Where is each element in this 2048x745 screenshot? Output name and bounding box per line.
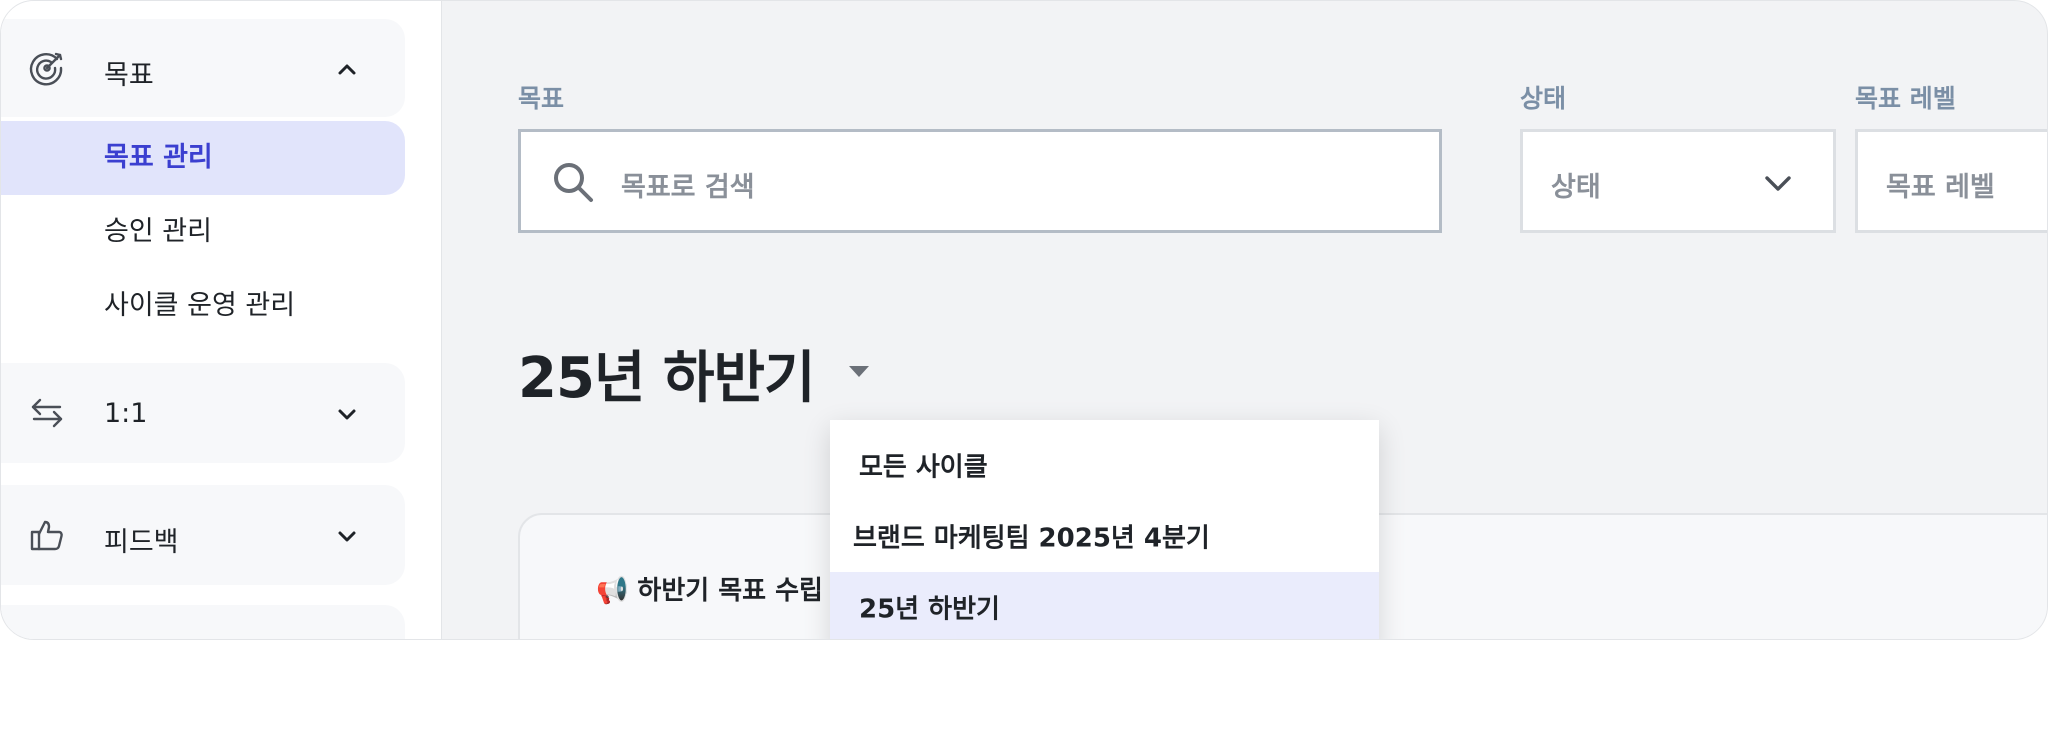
sidebar-item-cycle-operation[interactable]: 사이클 운영 관리 bbox=[1, 269, 405, 343]
sidebar: 목표 목표 관리 승인 관리 사이클 운영 관리 1:1 피드백 bbox=[1, 1, 442, 639]
target-icon bbox=[29, 52, 63, 86]
cycle-option-label: 브랜드 마케팅팀 2025년 4분기 bbox=[853, 523, 1210, 554]
card-title: 📢 하반기 목표 수립 가 bbox=[596, 576, 856, 606]
sidebar-item-label: 승인 관리 bbox=[104, 216, 212, 247]
nav-group-next[interactable] bbox=[1, 605, 405, 639]
cycle-option-label: 모든 사이클 bbox=[859, 452, 988, 483]
cycle-option-label: 25년 하반기 bbox=[859, 594, 1000, 625]
chevron-down-icon bbox=[1765, 176, 1791, 191]
thumbs-up-icon bbox=[30, 520, 63, 551]
goal-filter-label: 목표 bbox=[518, 84, 565, 113]
nav-group-feedback[interactable]: 피드백 bbox=[1, 485, 405, 585]
nav-group-feedback-label: 피드백 bbox=[104, 527, 179, 558]
nav-group-goal-label: 목표 bbox=[104, 60, 154, 91]
cycle-option-all[interactable]: 모든 사이클 bbox=[830, 430, 1379, 500]
sidebar-item-label: 사이클 운영 관리 bbox=[104, 290, 296, 321]
chevron-down-icon[interactable] bbox=[333, 400, 361, 428]
nav-group-goal-header[interactable]: 목표 bbox=[1, 19, 405, 117]
cycle-dropdown: 모든 사이클 브랜드 마케팅팀 2025년 4분기 25년 하반기 bbox=[830, 420, 1379, 639]
sidebar-item-approval-management[interactable]: 승인 관리 bbox=[1, 195, 405, 269]
sidebar-item-goal-management[interactable]: 목표 관리 bbox=[1, 121, 405, 195]
level-select-value: 목표 레벨 bbox=[1886, 172, 1995, 203]
cycle-title[interactable]: 25년 하반기 bbox=[518, 333, 816, 414]
cycle-option-brand-marketing[interactable]: 브랜드 마케팅팀 2025년 4분기 bbox=[830, 500, 1379, 572]
app-window: 목표 목표 관리 승인 관리 사이클 운영 관리 1:1 피드백 목표 목표로 … bbox=[0, 0, 2048, 640]
cycle-option-25h2[interactable]: 25년 하반기 bbox=[830, 572, 1379, 639]
status-filter-label: 상태 bbox=[1520, 84, 1567, 113]
level-filter-label: 목표 레벨 bbox=[1855, 84, 1956, 113]
search-icon bbox=[554, 163, 593, 202]
level-select[interactable]: 목표 레벨 bbox=[1855, 129, 2047, 233]
caret-down-icon[interactable] bbox=[845, 361, 873, 381]
search-placeholder: 목표로 검색 bbox=[621, 172, 755, 203]
nav-group-one-on-one-label: 1:1 bbox=[104, 398, 148, 429]
sidebar-item-label: 목표 관리 bbox=[104, 142, 213, 173]
chevron-up-icon[interactable] bbox=[333, 55, 361, 83]
goal-search-input[interactable]: 목표로 검색 bbox=[518, 129, 1442, 233]
nav-group-goal[interactable]: 목표 bbox=[1, 19, 405, 117]
exchange-arrows-icon bbox=[31, 398, 63, 428]
status-select-value: 상태 bbox=[1551, 172, 1601, 203]
status-select[interactable]: 상태 bbox=[1520, 129, 1836, 233]
nav-group-one-on-one[interactable]: 1:1 bbox=[1, 363, 405, 463]
chevron-down-icon[interactable] bbox=[333, 522, 361, 550]
